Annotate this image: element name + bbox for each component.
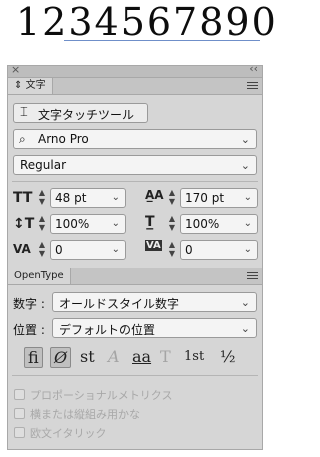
- font-style-select[interactable]: Regular ⌄: [13, 155, 257, 175]
- figure-label: 数字 :: [13, 297, 45, 311]
- panel-tab-row: ⇕ 文字: [8, 78, 262, 95]
- tracking-field[interactable]: 0 ⌄: [180, 240, 258, 260]
- opentype-tab-row: OpenType: [8, 268, 262, 285]
- kerning-value: 0: [55, 243, 63, 257]
- sample-digits: 1234567890: [16, 0, 278, 44]
- chevron-down-icon: ⌄: [243, 244, 252, 255]
- leading-icon: A̲A: [145, 188, 164, 202]
- ordinal-button[interactable]: 1st: [184, 349, 204, 364]
- leading-field[interactable]: 170 pt ⌄: [180, 188, 258, 208]
- stylistic-alternates-button[interactable]: A: [108, 347, 120, 366]
- kana-checkbox[interactable]: [14, 408, 25, 419]
- tab-character[interactable]: ⇕ 文字: [8, 78, 53, 94]
- figure-select[interactable]: オールドスタイル数字 ⌄: [52, 292, 257, 312]
- panel-menu-icon[interactable]: [247, 82, 258, 91]
- opentype-glyph-row: ﬁ Ø st A aa T 1st ½: [24, 347, 248, 369]
- titling-alternates-button[interactable]: aa: [132, 347, 151, 366]
- tab-arrows-icon: ⇕: [14, 80, 23, 91]
- chevron-down-icon: ⌄: [240, 159, 250, 172]
- chevron-down-icon: ⌄: [243, 192, 252, 203]
- kana-label: 横または縦組み用かな: [30, 408, 140, 421]
- font-size-stepper[interactable]: ▲ ▼: [36, 188, 48, 208]
- horizontal-scale-icon: T̲: [145, 214, 155, 230]
- chevron-down-icon: ⌄: [240, 322, 250, 335]
- font-family-select[interactable]: ⌕ Arno Pro ⌄: [13, 129, 257, 149]
- discretionary-ligature-button[interactable]: Ø: [50, 347, 72, 368]
- roman-italic-checkbox[interactable]: [14, 427, 25, 438]
- tracking-value: 0: [185, 243, 193, 257]
- chevron-down-icon: ⌄: [111, 218, 120, 229]
- chevron-down-icon: ⌄: [240, 133, 250, 146]
- chevron-down-icon: ⌄: [111, 192, 120, 203]
- proportional-metrics-label: プロポーショナルメトリクス: [30, 389, 173, 402]
- close-icon[interactable]: ×: [11, 63, 20, 76]
- vertical-scale-field[interactable]: 100% ⌄: [50, 214, 126, 234]
- horizontal-scale-field[interactable]: 100% ⌄: [180, 214, 258, 234]
- chevron-down-icon: ⌄: [243, 218, 252, 229]
- tab-opentype[interactable]: OpenType: [8, 268, 71, 284]
- vertical-scale-icon: ↕T: [13, 216, 35, 232]
- leading-value: 170 pt: [185, 191, 225, 205]
- vertical-scale-stepper[interactable]: ▲ ▼: [36, 214, 48, 234]
- touch-type-icon: ⌶: [20, 105, 28, 120]
- font-size-field[interactable]: 48 pt ⌄: [50, 188, 126, 208]
- chevron-down-icon: ⌄: [240, 296, 250, 309]
- divider: [12, 181, 258, 182]
- position-value: デフォルトの位置: [59, 323, 156, 337]
- panel-titlebar: × ‹‹: [8, 62, 262, 78]
- chevron-down-icon: ⌄: [111, 244, 120, 255]
- sample-preview: 1234567890: [0, 0, 276, 60]
- kerning-field[interactable]: 0 ⌄: [50, 240, 126, 260]
- collapse-icon[interactable]: ‹‹: [249, 62, 258, 75]
- position-select[interactable]: デフォルトの位置 ⌄: [52, 318, 257, 338]
- font-size-icon: TT: [13, 190, 33, 206]
- roman-italic-label: 欧文イタリック: [30, 427, 107, 440]
- figure-value: オールドスタイル数字: [59, 297, 180, 311]
- font-style-value: Regular: [20, 158, 67, 172]
- character-panel: × ‹‹ ⇕ 文字 ⌶ 文字タッチツール ⌕ Arno Pro ⌄ Regula…: [7, 62, 263, 450]
- kerning-icon: VA: [13, 242, 31, 256]
- baseline-guide: [64, 40, 260, 41]
- font-search-icon: ⌕: [19, 132, 26, 146]
- tracking-icon: VA: [145, 240, 162, 251]
- position-label: 位置 :: [13, 323, 45, 337]
- tracking-stepper[interactable]: ▲ ▼: [166, 240, 178, 260]
- swash-button[interactable]: st: [80, 347, 95, 366]
- horizontal-scale-stepper[interactable]: ▲ ▼: [166, 214, 178, 234]
- kerning-stepper[interactable]: ▲ ▼: [36, 240, 48, 260]
- font-size-value: 48 pt: [55, 191, 87, 205]
- opentype-menu-icon[interactable]: [247, 272, 258, 281]
- tab-character-label: 文字: [25, 80, 46, 91]
- divider: [12, 375, 258, 376]
- touch-type-label: 文字タッチツール: [38, 108, 135, 122]
- proportional-metrics-checkbox[interactable]: [14, 389, 25, 400]
- ligature-button[interactable]: ﬁ: [24, 347, 43, 368]
- touch-type-tool-button[interactable]: ⌶ 文字タッチツール: [13, 103, 148, 123]
- font-family-value: Arno Pro: [38, 132, 89, 146]
- vertical-scale-value: 100%: [55, 217, 90, 231]
- contextual-alternates-button[interactable]: T: [160, 347, 171, 366]
- fraction-button[interactable]: ½: [220, 347, 236, 366]
- horizontal-scale-value: 100%: [185, 217, 220, 231]
- leading-stepper[interactable]: ▲ ▼: [166, 188, 178, 208]
